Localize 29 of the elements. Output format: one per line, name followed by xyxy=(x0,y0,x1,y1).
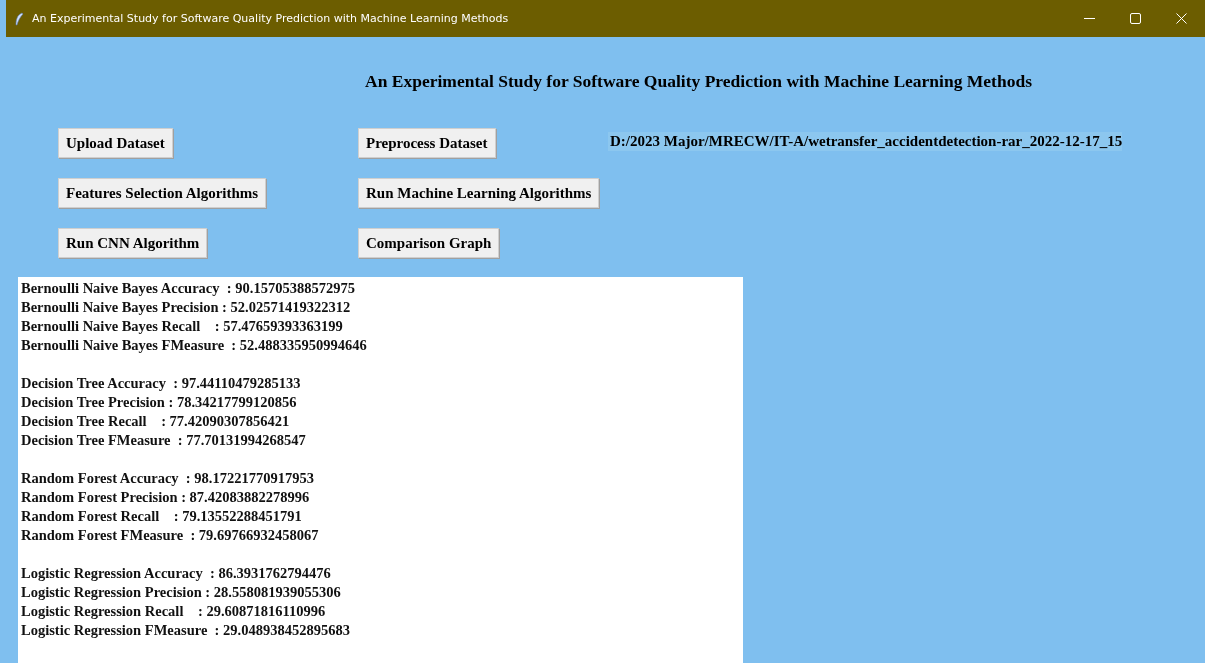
close-icon[interactable] xyxy=(1176,13,1187,24)
result-line: Random Forest Precision : 87.42083882278996 xyxy=(21,488,310,507)
result-line: Logistic Regression FMeasure : 29.048938452895683 xyxy=(21,621,350,640)
file-path-label: D:/2023 Major/MRECW/IT-A/wetransfer_accidentdetection-rar_2022-12-17_15 xyxy=(608,132,1123,151)
action-button[interactable]: Run CNN Algorithm xyxy=(58,228,208,258)
result-line: Decision Tree Precision : 78.34217799120856 xyxy=(21,393,297,412)
maximize-icon[interactable] xyxy=(1130,13,1141,24)
result-line: Random Forest Recall : 79.13552288451791 xyxy=(21,507,302,526)
result-line: Random Forest Accuracy : 98.17221770917953 xyxy=(21,469,314,488)
result-line: Logistic Regression Precision : 28.558081939055306 xyxy=(21,583,341,602)
action-button[interactable]: Run Machine Learning Algorithms xyxy=(358,178,600,208)
action-button[interactable]: Features Selection Algorithms xyxy=(58,178,267,208)
result-line: Bernoulli Naive Bayes Precision : 52.02571419322312 xyxy=(21,298,351,317)
action-button[interactable]: Upload Dataset xyxy=(58,128,173,158)
feather-icon xyxy=(14,11,24,26)
result-line: Decision Tree Recall : 77.42090307856421 xyxy=(21,412,290,431)
action-button[interactable]: Preprocess Dataset xyxy=(358,128,496,158)
result-line: Bernoulli Naive Bayes FMeasure : 52.488335950994646 xyxy=(21,336,367,355)
result-line: Bernoulli Naive Bayes Accuracy : 90.15705388572975 xyxy=(21,279,355,298)
result-line: Random Forest FMeasure : 79.69766932458067 xyxy=(21,526,319,545)
result-line: Decision Tree Accuracy : 97.44110479285133 xyxy=(21,374,301,393)
result-line: Bernoulli Naive Bayes Recall : 57.47659393363199 xyxy=(21,317,343,336)
window-title: An Experimental Study for Software Quality Prediction with Machine Learning Methods xyxy=(32,12,509,25)
result-line: Logistic Regression Recall : 29.60871816110996 xyxy=(21,602,326,621)
action-button[interactable]: Comparison Graph xyxy=(358,228,500,258)
result-line: Logistic Regression Accuracy : 86.3931762794476 xyxy=(21,564,331,583)
result-line: Decision Tree FMeasure : 77.70131994268547 xyxy=(21,431,306,450)
app-heading: An Experimental Study for Software Quality Prediction with Machine Learning Methods xyxy=(365,71,1033,92)
minimize-icon[interactable] xyxy=(1084,17,1095,20)
